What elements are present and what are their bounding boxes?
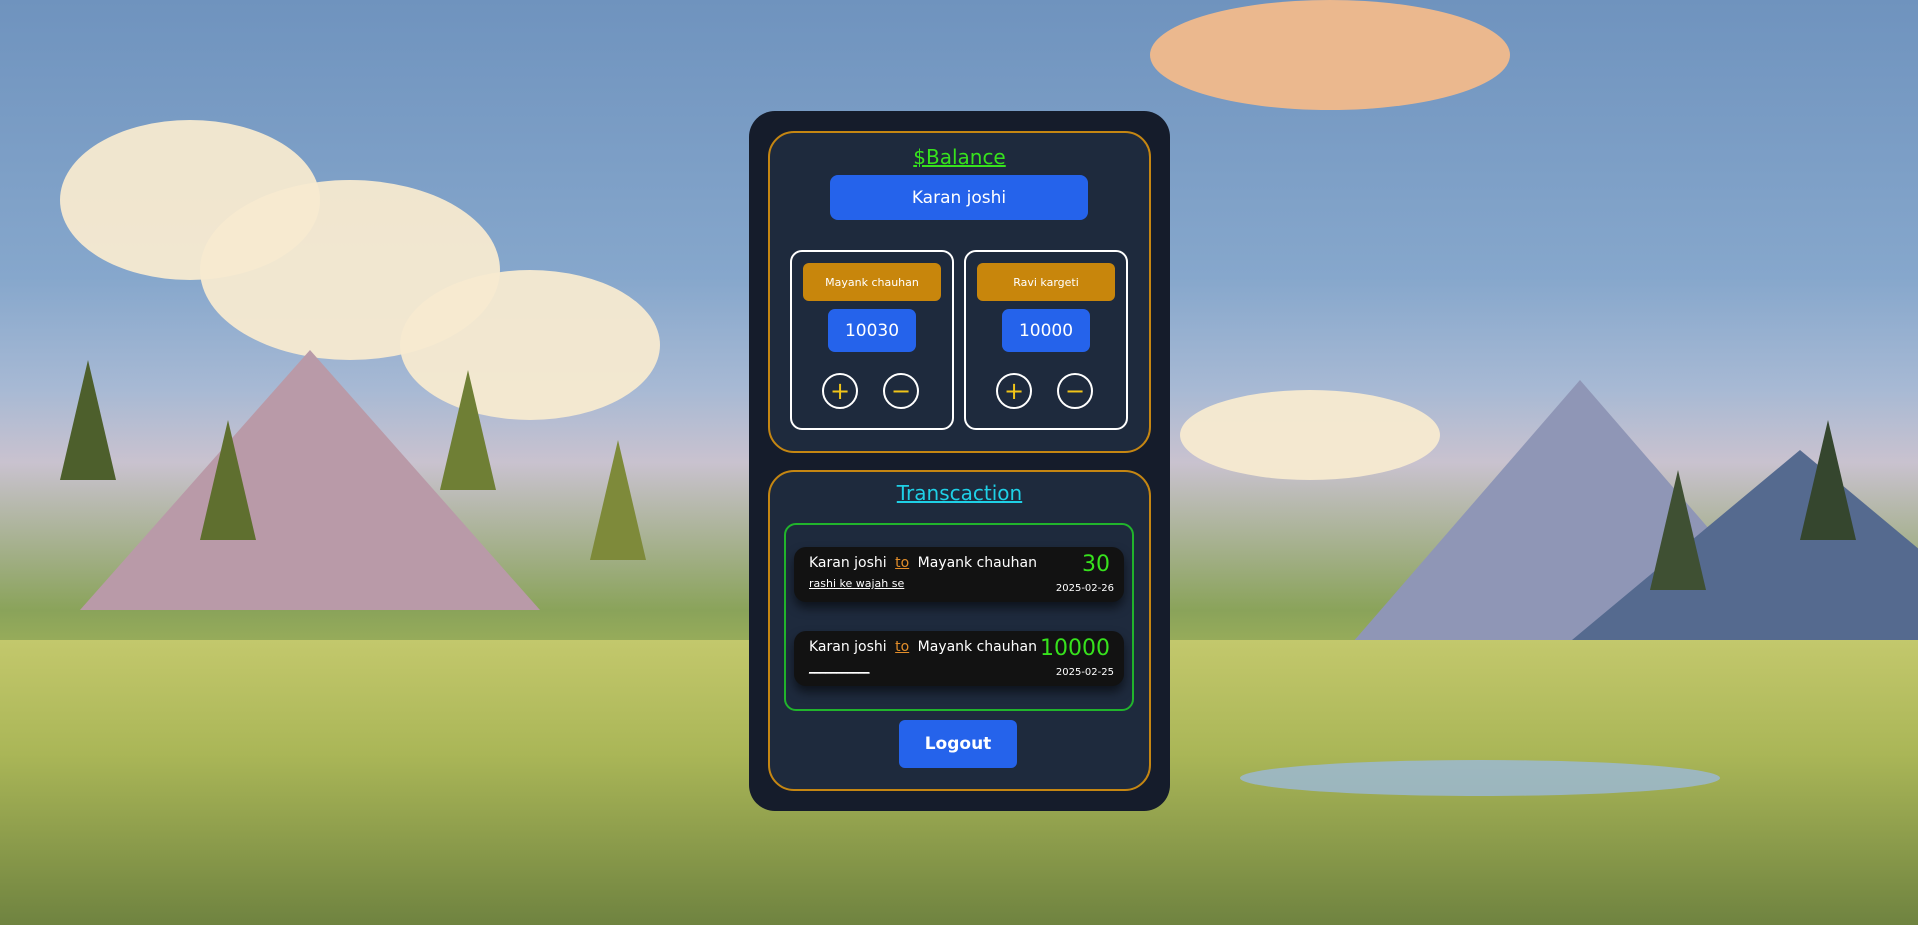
app-card: $Balance Karan joshi Mayank chauhan 1003…: [749, 111, 1170, 811]
transaction-from: Karan joshi: [809, 555, 887, 571]
minus-icon: −: [1064, 377, 1086, 405]
transactions-title: Transcaction: [896, 481, 1023, 505]
plus-icon: +: [829, 377, 851, 405]
balance-panel: $Balance Karan joshi Mayank chauhan 1003…: [768, 131, 1151, 453]
transaction-amount: 10000: [1040, 636, 1110, 661]
transaction-note: rashi ke wajah se: [809, 577, 905, 590]
balance-title: $Balance: [913, 145, 1006, 169]
transaction-connector: to: [895, 555, 910, 571]
transactions-panel: Transcaction Karan joshi to Mayank chauh…: [768, 470, 1151, 791]
account-card-mayank: Mayank chauhan 10030 + −: [790, 250, 954, 430]
add-money-button[interactable]: +: [996, 373, 1032, 409]
account-card-ravi: Ravi kargeti 10000 + −: [964, 250, 1128, 430]
transaction-date: 2025-02-26: [1055, 583, 1114, 594]
transaction-to: Mayank chauhan: [917, 639, 1037, 655]
transaction-parties: Karan joshi to Mayank chauhan: [809, 555, 1037, 571]
transaction-item: Karan joshi to Mayank chauhan rashi ke w…: [794, 547, 1124, 602]
subtract-money-button[interactable]: −: [1057, 373, 1093, 409]
transaction-parties: Karan joshi to Mayank chauhan: [809, 639, 1037, 655]
transaction-amount: 30: [1082, 552, 1110, 577]
plus-icon: +: [1003, 377, 1025, 405]
transaction-item: Karan joshi to Mayank chauhan __________…: [794, 631, 1124, 686]
transaction-date: 2025-02-25: [1055, 667, 1114, 678]
transaction-note: ___________: [809, 661, 870, 674]
subtract-money-button[interactable]: −: [883, 373, 919, 409]
transaction-to: Mayank chauhan: [917, 555, 1037, 571]
account-name-button[interactable]: Mayank chauhan: [803, 263, 941, 301]
account-balance: 10000: [1002, 309, 1090, 352]
transaction-connector: to: [895, 639, 910, 655]
logout-button[interactable]: Logout: [899, 720, 1017, 768]
add-money-button[interactable]: +: [822, 373, 858, 409]
transaction-from: Karan joshi: [809, 639, 887, 655]
minus-icon: −: [890, 377, 912, 405]
account-name-button[interactable]: Ravi kargeti: [977, 263, 1115, 301]
transaction-list: Karan joshi to Mayank chauhan rashi ke w…: [784, 523, 1134, 711]
account-balance: 10030: [828, 309, 916, 352]
current-user-button[interactable]: Karan joshi: [830, 175, 1088, 220]
